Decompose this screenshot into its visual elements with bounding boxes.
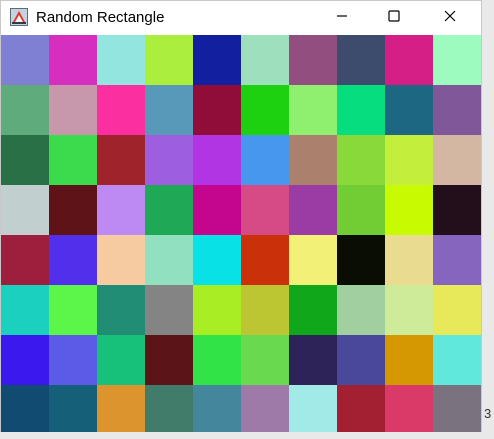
color-rectangle — [433, 85, 481, 135]
color-rectangle — [289, 85, 337, 135]
color-rectangle — [433, 335, 481, 385]
color-rectangle — [385, 135, 433, 185]
color-rectangle — [433, 385, 481, 432]
color-rectangle — [289, 385, 337, 432]
java-app-icon — [10, 8, 28, 26]
color-rectangle — [289, 185, 337, 235]
color-rectangle — [241, 235, 289, 285]
color-rectangle — [385, 35, 433, 85]
color-rectangle — [193, 285, 241, 335]
color-rectangle — [1, 85, 49, 135]
color-rectangle — [97, 85, 145, 135]
color-rectangle — [241, 285, 289, 335]
color-rectangle — [1, 185, 49, 235]
window-title: Random Rectangle — [36, 9, 165, 26]
color-rectangle — [289, 35, 337, 85]
color-rectangle — [337, 385, 385, 432]
color-rectangle — [97, 285, 145, 335]
color-rectangle — [385, 385, 433, 432]
maximize-button[interactable] — [371, 1, 417, 35]
color-rectangle — [97, 185, 145, 235]
color-rectangle — [337, 185, 385, 235]
color-rectangle — [289, 285, 337, 335]
color-rectangle — [49, 185, 97, 235]
random-rectangle-canvas — [1, 35, 481, 432]
color-rectangle — [49, 385, 97, 432]
color-rectangle — [97, 235, 145, 285]
color-rectangle — [241, 185, 289, 235]
color-rectangle — [97, 135, 145, 185]
color-rectangle — [193, 85, 241, 135]
edge-text: 3 — [484, 406, 492, 421]
color-rectangle — [145, 185, 193, 235]
color-rectangle — [385, 285, 433, 335]
color-rectangle — [193, 235, 241, 285]
color-rectangle — [289, 235, 337, 285]
color-rectangle — [385, 85, 433, 135]
minimize-button[interactable] — [319, 1, 365, 35]
color-rectangle — [337, 235, 385, 285]
color-rectangle — [145, 235, 193, 285]
color-rectangle — [337, 85, 385, 135]
color-rectangle — [241, 35, 289, 85]
color-rectangle — [241, 135, 289, 185]
maximize-icon — [388, 9, 400, 27]
close-icon — [444, 9, 456, 27]
color-rectangle — [193, 385, 241, 432]
color-rectangle — [97, 385, 145, 432]
color-rectangle — [49, 285, 97, 335]
color-rectangle — [337, 35, 385, 85]
color-rectangle — [1, 285, 49, 335]
color-rectangle — [193, 335, 241, 385]
color-rectangle — [49, 85, 97, 135]
color-rectangle — [145, 385, 193, 432]
color-rectangle — [97, 35, 145, 85]
title-bar[interactable]: Random Rectangle — [1, 1, 481, 35]
color-rectangle — [1, 385, 49, 432]
color-rectangle — [337, 135, 385, 185]
color-rectangle — [145, 285, 193, 335]
color-rectangle — [241, 335, 289, 385]
color-rectangle — [49, 35, 97, 85]
color-rectangle — [49, 235, 97, 285]
color-rectangle — [385, 235, 433, 285]
color-rectangle — [433, 235, 481, 285]
color-rectangle — [145, 335, 193, 385]
close-button[interactable] — [427, 1, 473, 35]
color-rectangle — [193, 35, 241, 85]
color-rectangle — [241, 85, 289, 135]
minimize-icon — [336, 9, 348, 27]
app-window: Random Rectangle — [0, 0, 482, 432]
color-rectangle — [433, 35, 481, 85]
color-rectangle — [1, 135, 49, 185]
color-rectangle — [337, 335, 385, 385]
color-rectangle — [1, 335, 49, 385]
color-rectangle — [289, 135, 337, 185]
color-rectangle — [241, 385, 289, 432]
color-rectangle — [145, 35, 193, 85]
color-rectangle — [145, 85, 193, 135]
color-rectangle — [1, 235, 49, 285]
color-rectangle — [433, 135, 481, 185]
color-rectangle — [433, 285, 481, 335]
color-rectangle — [49, 135, 97, 185]
color-rectangle — [49, 335, 97, 385]
color-rectangle — [385, 185, 433, 235]
color-rectangle — [145, 135, 193, 185]
color-rectangle — [193, 135, 241, 185]
color-rectangle — [337, 285, 385, 335]
color-rectangle — [385, 335, 433, 385]
color-rectangle — [1, 35, 49, 85]
color-rectangle — [97, 335, 145, 385]
color-rectangle — [289, 335, 337, 385]
color-rectangle — [433, 185, 481, 235]
color-rectangle — [193, 185, 241, 235]
